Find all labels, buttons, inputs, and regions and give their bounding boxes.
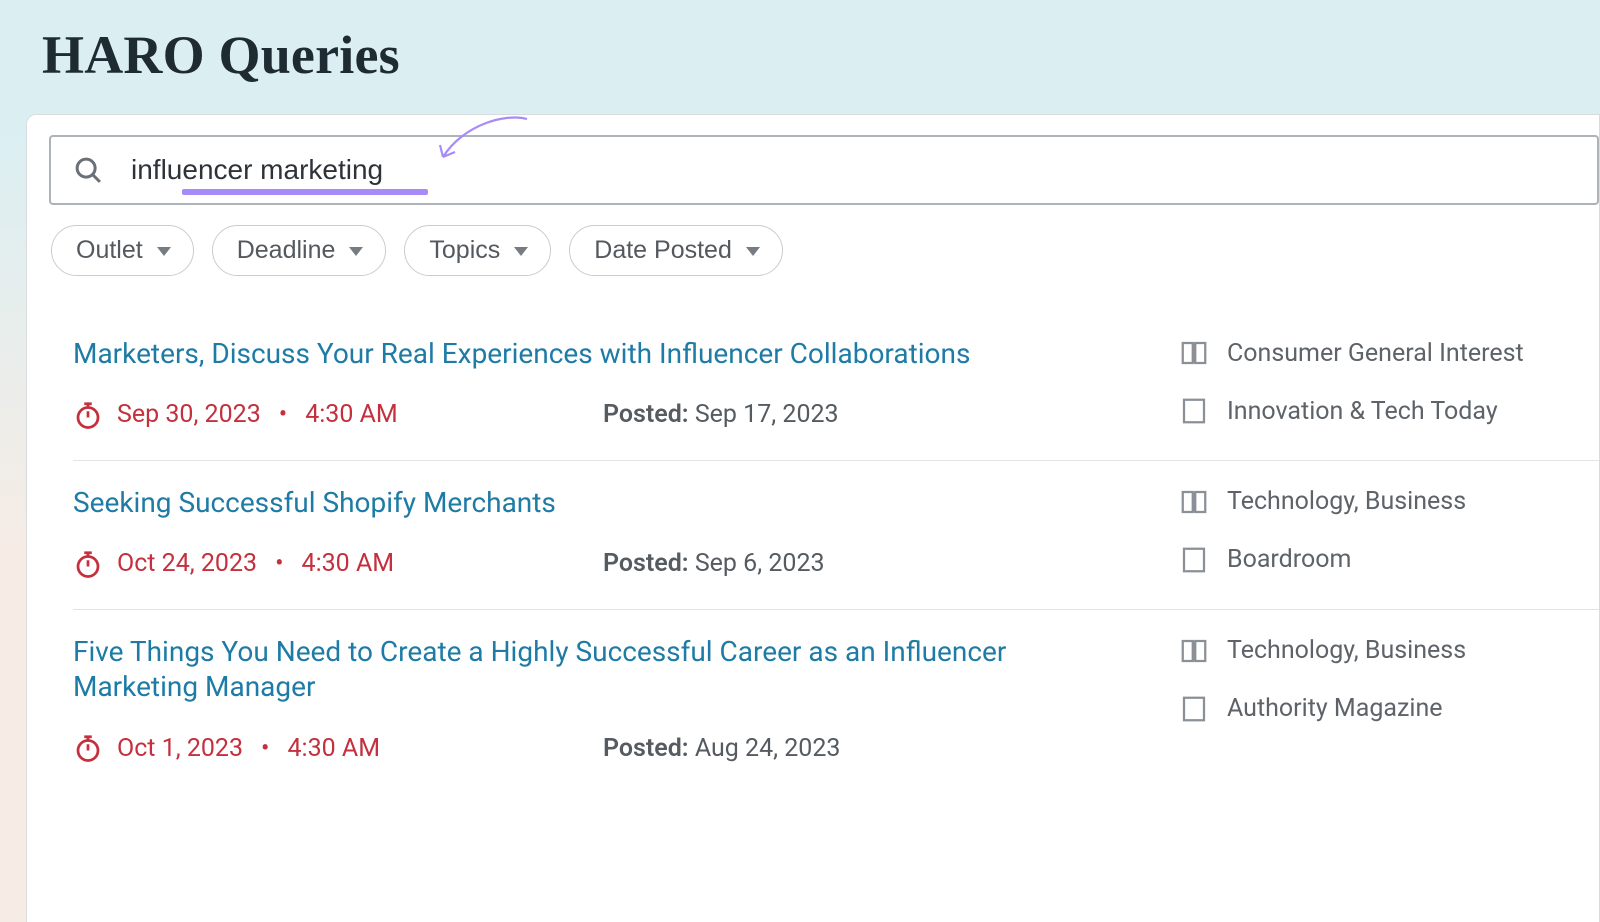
result-row: Five Things You Need to Create a Highly … [73, 610, 1599, 794]
results-list: Marketers, Discuss Your Real Experiences… [49, 330, 1599, 793]
filter-label: Outlet [76, 236, 143, 265]
result-title-link[interactable]: Seeking Successful Shopify Merchants [73, 486, 556, 519]
filter-label: Date Posted [594, 236, 732, 265]
deadline-time: 4:30 AM [305, 400, 398, 429]
result-row: Seeking Successful Shopify Merchants Oct… [73, 461, 1599, 610]
filter-outlet[interactable]: Outlet [51, 225, 194, 276]
category-text: Technology, Business [1227, 636, 1466, 665]
posted-value: Sep 6, 2023 [695, 549, 825, 578]
posted-date: Posted: Sep 17, 2023 [603, 400, 839, 429]
deadline: Oct 1, 2023 • 4:30 AM [73, 733, 603, 763]
category-row: Technology, Business [1179, 636, 1599, 666]
stopwatch-icon [73, 400, 103, 430]
separator-dot: • [275, 400, 291, 429]
category-text: Consumer General Interest [1227, 339, 1524, 368]
category-text: Technology, Business [1227, 487, 1466, 516]
content-card: Outlet Deadline Topics Date Posted Marke… [26, 114, 1600, 922]
chevron-down-icon [514, 247, 528, 256]
search-icon [73, 155, 103, 185]
annotation-arrow [435, 115, 535, 167]
category-row: Consumer General Interest [1179, 338, 1599, 368]
book-icon [1179, 338, 1209, 368]
result-row: Marketers, Discuss Your Real Experiences… [73, 330, 1599, 461]
building-icon [1179, 545, 1209, 575]
posted-label: Posted: [603, 549, 689, 578]
outlet-text: Innovation & Tech Today [1227, 397, 1498, 426]
chevron-down-icon [746, 247, 760, 256]
deadline-date: Oct 1, 2023 [117, 734, 243, 763]
filter-date-posted[interactable]: Date Posted [569, 225, 783, 276]
stopwatch-icon [73, 549, 103, 579]
result-title-link[interactable]: Five Things You Need to Create a Highly … [73, 635, 1006, 704]
posted-value: Aug 24, 2023 [695, 734, 841, 763]
deadline: Sep 30, 2023 • 4:30 AM [73, 400, 603, 430]
search-input[interactable] [131, 154, 1575, 186]
deadline-date: Sep 30, 2023 [117, 400, 261, 429]
deadline-time: 4:30 AM [302, 549, 395, 578]
filter-deadline[interactable]: Deadline [212, 225, 387, 276]
posted-value: Sep 17, 2023 [695, 400, 839, 429]
outlet-text: Authority Magazine [1227, 694, 1443, 723]
outlet-row: Authority Magazine [1179, 694, 1599, 724]
category-row: Technology, Business [1179, 487, 1599, 517]
filter-topics[interactable]: Topics [404, 225, 551, 276]
deadline: Oct 24, 2023 • 4:30 AM [73, 549, 603, 579]
page-title: HARO Queries [42, 24, 1600, 86]
book-icon [1179, 487, 1209, 517]
annotation-underline [182, 189, 428, 195]
outlet-row: Boardroom [1179, 545, 1599, 575]
posted-date: Posted: Aug 24, 2023 [603, 734, 840, 763]
search-container [49, 135, 1599, 205]
chevron-down-icon [349, 247, 363, 256]
deadline-time: 4:30 AM [287, 734, 380, 763]
outlet-text: Boardroom [1227, 545, 1351, 574]
chevron-down-icon [157, 247, 171, 256]
filter-label: Deadline [237, 236, 336, 265]
outlet-row: Innovation & Tech Today [1179, 396, 1599, 426]
building-icon [1179, 694, 1209, 724]
posted-label: Posted: [603, 400, 689, 429]
result-title-link[interactable]: Marketers, Discuss Your Real Experiences… [73, 337, 970, 370]
posted-date: Posted: Sep 6, 2023 [603, 549, 825, 578]
stopwatch-icon [73, 733, 103, 763]
filter-label: Topics [429, 236, 500, 265]
separator-dot: • [271, 549, 287, 578]
deadline-date: Oct 24, 2023 [117, 549, 257, 578]
posted-label: Posted: [603, 734, 689, 763]
building-icon [1179, 396, 1209, 426]
book-icon [1179, 636, 1209, 666]
separator-dot: • [257, 734, 273, 763]
filter-bar: Outlet Deadline Topics Date Posted [49, 225, 1599, 276]
